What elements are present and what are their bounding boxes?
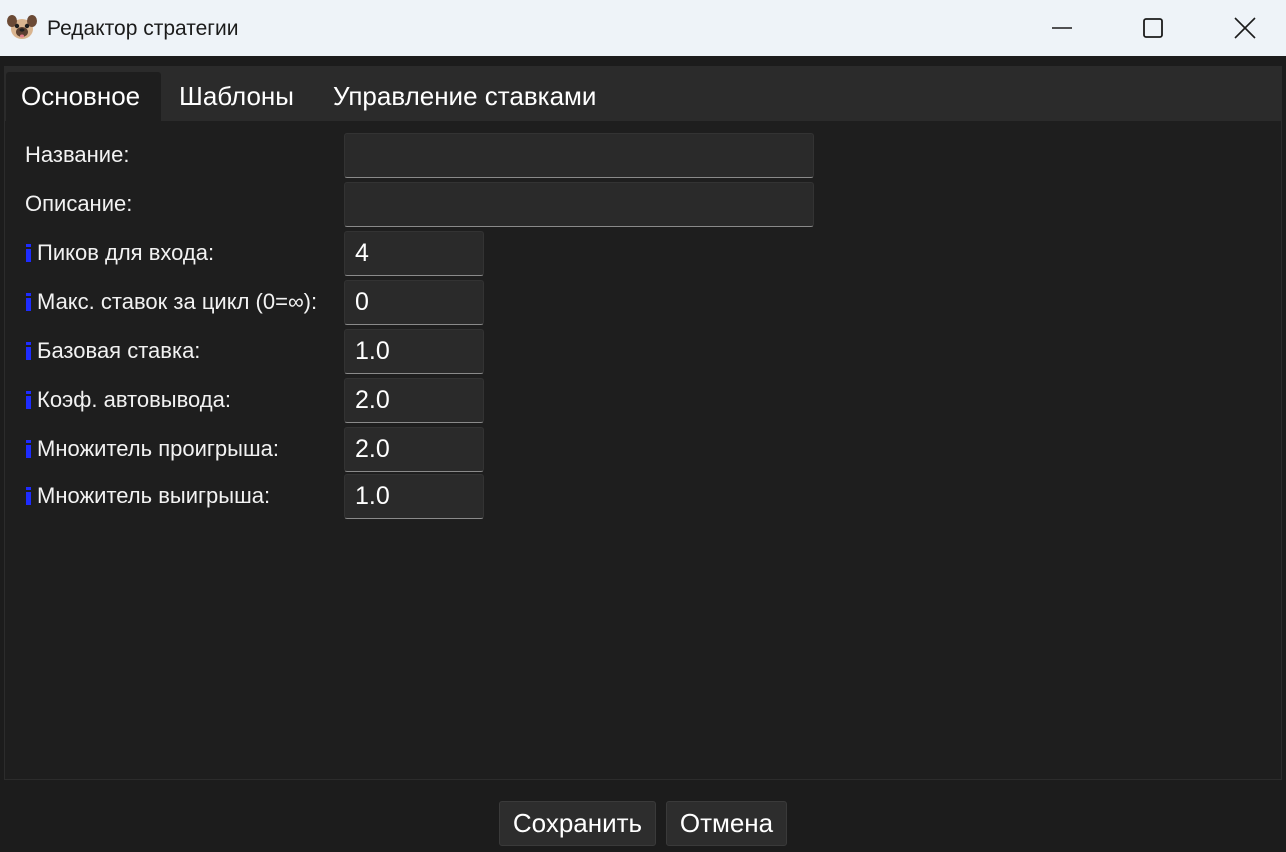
loss-multiplier-label-text: Множитель проигрыша: [37, 436, 279, 461]
title-bar: Редактор стратегии [0, 0, 1286, 56]
info-icon[interactable] [25, 342, 31, 360]
description-label: Описание: [25, 191, 133, 216]
window-title: Редактор стратегии [47, 17, 239, 40]
base-bet-label-text: Базовая ставка: [37, 338, 201, 363]
info-icon[interactable] [25, 244, 31, 262]
loss-multiplier-label: Множитель проигрыша: [26, 427, 279, 471]
cancel-button[interactable]: Отмена [666, 801, 787, 846]
pug-dog-icon [7, 15, 37, 39]
info-icon[interactable] [25, 391, 31, 409]
base-bet-label: Базовая ставка: [26, 329, 201, 373]
win-multiplier-label: Множитель выигрыша: [26, 474, 271, 518]
entry-picks-input[interactable] [344, 231, 484, 276]
minimize-icon [1052, 27, 1072, 29]
minimize-button[interactable] [1016, 0, 1108, 56]
name-input[interactable] [344, 133, 814, 178]
info-icon[interactable] [25, 293, 31, 311]
close-button[interactable] [1199, 0, 1286, 56]
loss-multiplier-input[interactable] [344, 427, 484, 472]
max-bets-label: Макс. ставок за цикл (0=∞): [26, 280, 318, 324]
auto-cashout-label: Коэф. автовывода: [26, 378, 231, 422]
info-icon[interactable] [25, 487, 31, 505]
win-multiplier-label-text: Множитель выигрыша: [37, 483, 271, 508]
maximize-button[interactable] [1107, 0, 1199, 56]
name-label: Название: [25, 142, 130, 167]
max-bets-label-text: Макс. ставок за цикл (0=∞): [37, 289, 318, 314]
general-tab-panel: Название: Описание: Пиков для входа: Мак… [4, 121, 1282, 780]
maximize-icon [1143, 18, 1163, 38]
base-bet-input[interactable] [344, 329, 484, 374]
tab-bet-management[interactable]: Управление ставками [318, 72, 611, 121]
info-icon[interactable] [25, 440, 31, 458]
entry-picks-label: Пиков для входа: [26, 231, 215, 275]
close-icon [1234, 17, 1256, 39]
strategy-editor-window: Редактор стратегии Основное Шаблоны Упра… [0, 0, 1286, 852]
win-multiplier-input[interactable] [344, 474, 484, 519]
auto-cashout-label-text: Коэф. автовывода: [37, 387, 231, 412]
tab-bar: Основное Шаблоны Управление ставками [4, 66, 1282, 121]
tab-general[interactable]: Основное [6, 72, 161, 121]
max-bets-input[interactable] [344, 280, 484, 325]
entry-picks-label-text: Пиков для входа: [37, 240, 215, 265]
description-input[interactable] [344, 182, 814, 227]
save-button[interactable]: Сохранить [499, 801, 656, 846]
tab-templates[interactable]: Шаблоны [164, 72, 309, 121]
auto-cashout-input[interactable] [344, 378, 484, 423]
